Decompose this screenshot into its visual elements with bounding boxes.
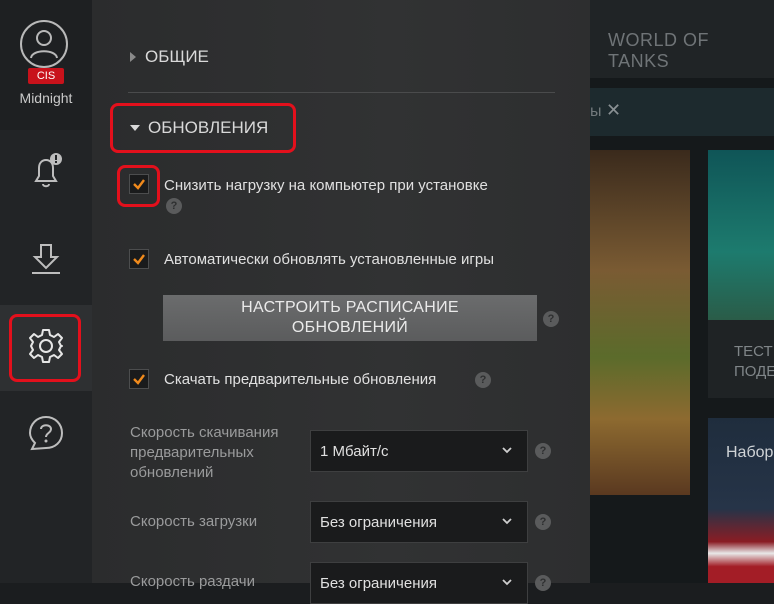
auto-update-label: Автоматически обновлять установленные иг… xyxy=(164,251,494,268)
chevron-down-icon xyxy=(502,447,512,454)
upload-speed-help-icon[interactable]: ? xyxy=(535,575,551,591)
download-speed-label: Скорость загрузки xyxy=(130,513,258,530)
preload-speed-label: Скорость скачивания предварительных обно… xyxy=(130,424,279,481)
highlight-reduce-load-checkbox xyxy=(117,165,160,207)
reduce-load-label: Снизить нагрузку на компьютер при устано… xyxy=(164,177,488,194)
checkmark-icon xyxy=(133,254,145,265)
search-text-fragment: ы ✕ xyxy=(590,100,622,120)
download-speed-help-icon[interactable]: ? xyxy=(535,514,551,530)
preload-speed-help-icon[interactable]: ? xyxy=(535,443,551,459)
promo-card-test-text: ТЕСТ ПОДЕ xyxy=(734,343,774,380)
download-speed-select[interactable]: Без ограничения xyxy=(310,501,528,543)
preload-label: Скачать предварительные обновления xyxy=(164,371,437,388)
schedule-help-icon[interactable]: ? xyxy=(543,311,559,327)
rail-help-button[interactable] xyxy=(0,392,92,478)
checkmark-icon xyxy=(133,374,145,385)
configure-schedule-button[interactable]: НАСТРОИТЬ РАСПИСАНИЕ ОБНОВЛЕНИЙ xyxy=(163,295,537,341)
username: Midnight xyxy=(19,90,73,106)
promo-card-test[interactable] xyxy=(708,150,774,320)
highlight-settings-button xyxy=(9,314,81,382)
reduce-load-help-icon[interactable]: ? xyxy=(166,198,182,214)
chevron-down-icon xyxy=(502,518,512,525)
chevron-down-icon xyxy=(502,579,512,586)
promo-card-bundle-title: Набор xyxy=(726,444,774,461)
preload-checkbox[interactable] xyxy=(129,369,149,389)
auto-update-checkbox[interactable] xyxy=(129,249,149,269)
upload-speed-label: Скорость раздачи xyxy=(130,573,255,590)
bell-icon xyxy=(24,149,68,198)
rail-notifications-button[interactable] xyxy=(0,130,92,216)
game-tab-world-of-tanks[interactable]: WORLD OF TANKS xyxy=(608,30,774,72)
rail-downloads-button[interactable] xyxy=(0,218,92,304)
help-chat-icon xyxy=(24,411,68,460)
section-general-header[interactable]: ОБЩИЕ xyxy=(130,47,209,67)
close-icon[interactable]: ✕ xyxy=(606,100,621,120)
profile-block[interactable]: CIS Midnight xyxy=(0,0,92,130)
highlight-updates-header xyxy=(110,103,296,153)
preload-help-icon[interactable]: ? xyxy=(475,372,491,388)
settings-panel xyxy=(92,0,590,583)
chevron-right-icon xyxy=(130,52,136,62)
promo-card-burger[interactable] xyxy=(590,150,690,495)
preload-speed-select[interactable]: 1 Мбайт/с xyxy=(310,430,528,472)
promo-card-bundle[interactable] xyxy=(708,418,774,583)
user-icon[interactable] xyxy=(20,20,68,68)
left-sidebar: CIS Midnight xyxy=(0,0,92,583)
region-badge: CIS xyxy=(28,68,64,84)
section-divider xyxy=(128,92,555,93)
download-icon xyxy=(24,237,68,286)
upload-speed-select[interactable]: Без ограничения xyxy=(310,562,528,604)
